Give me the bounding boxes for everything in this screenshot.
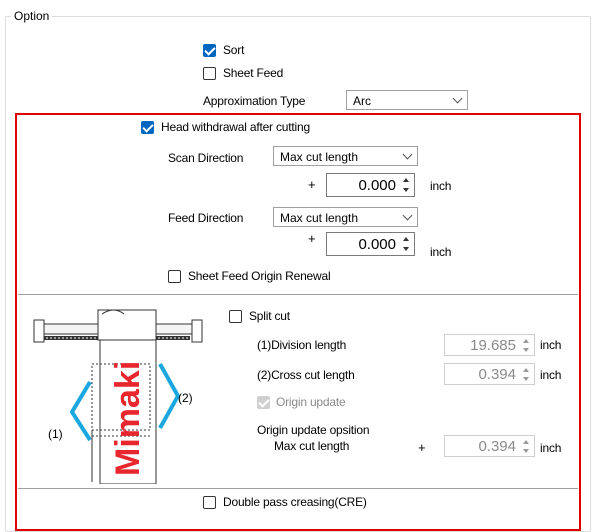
spin-down-icon[interactable] — [399, 185, 413, 195]
chevron-down-icon — [402, 210, 413, 221]
sheet-feed-label: Sheet Feed — [223, 66, 284, 80]
cross-cut-length-spinner[interactable]: 0.394 — [444, 363, 535, 385]
marker-1: (1) — [48, 427, 63, 441]
double-pass-creasing-checkbox[interactable] — [203, 496, 216, 509]
spin-down-icon[interactable] — [399, 244, 413, 254]
origin-update-position-sign: + — [418, 440, 426, 455]
division-length-value: 19.685 — [470, 337, 516, 354]
head-withdrawal-label: Head withdrawal after cutting — [161, 120, 310, 134]
cross-cut-length-value: 0.394 — [478, 366, 516, 383]
origin-update-position-value: 0.394 — [478, 438, 516, 455]
mimaki-logo: Mimaki — [109, 361, 147, 476]
cross-cut-length-unit: inch — [540, 368, 562, 382]
feed-direction-sign: + — [308, 231, 316, 246]
approximation-type-label: Approximation Type — [203, 94, 306, 108]
origin-update-position-unit: inch — [540, 441, 562, 455]
feed-direction-select[interactable]: Max cut length — [273, 207, 418, 227]
sort-label: Sort — [223, 43, 245, 57]
spin-down-icon[interactable] — [519, 446, 533, 455]
spin-up-icon[interactable] — [519, 336, 533, 345]
scan-direction-label: Scan Direction — [168, 151, 244, 165]
feed-direction-offset-value: 0.000 — [358, 236, 396, 253]
origin-update-position-label: Origin update opsition — [257, 423, 370, 437]
origin-update-label: Origin update — [276, 395, 346, 409]
division-length-unit: inch — [540, 338, 562, 352]
double-pass-creasing-label: Double pass creasing(CRE) — [223, 495, 367, 509]
head-withdrawal-checkbox[interactable] — [141, 121, 154, 134]
split-cut-label: Split cut — [249, 309, 290, 323]
split-cut-checkbox[interactable] — [229, 310, 242, 323]
marker-2: (2) — [178, 391, 193, 405]
split-cut-illustration: Mimaki (1) (2) — [32, 300, 210, 484]
cross-cut-length-label: (2)Cross cut length — [257, 368, 355, 382]
spin-up-icon[interactable] — [519, 437, 533, 446]
sort-checkbox[interactable] — [203, 44, 216, 57]
division-length-label: (1)Division length — [257, 338, 347, 352]
chevron-down-icon — [452, 93, 463, 104]
sheet-feed-checkbox[interactable] — [203, 67, 216, 80]
approximation-type-select[interactable]: Arc — [346, 90, 468, 110]
sheet-feed-origin-renewal-checkbox[interactable] — [168, 270, 181, 283]
option-group-title: Option — [11, 9, 53, 23]
chevron-down-icon — [402, 149, 413, 160]
spin-up-icon[interactable] — [399, 175, 413, 185]
section-divider — [18, 488, 578, 489]
spin-down-icon[interactable] — [519, 374, 533, 383]
feed-direction-label: Feed Direction — [168, 211, 244, 225]
scan-direction-mode: Max cut length — [280, 150, 359, 164]
origin-update-position-mode: Max cut length — [274, 439, 350, 453]
division-length-spinner[interactable]: 19.685 — [444, 334, 535, 356]
spin-down-icon[interactable] — [519, 345, 533, 354]
section-divider — [18, 294, 578, 295]
scan-direction-select[interactable]: Max cut length — [273, 146, 418, 166]
scan-direction-offset-value: 0.000 — [358, 177, 396, 194]
scan-direction-unit: inch — [430, 179, 452, 193]
feed-direction-offset-spinner[interactable]: 0.000 — [326, 232, 415, 256]
origin-update-checkbox[interactable] — [257, 396, 270, 409]
approximation-type-value: Arc — [353, 94, 371, 108]
scan-direction-sign: + — [308, 177, 316, 192]
spin-up-icon[interactable] — [399, 234, 413, 244]
sheet-feed-origin-renewal-label: Sheet Feed Origin Renewal — [188, 269, 331, 283]
spin-up-icon[interactable] — [519, 365, 533, 374]
feed-direction-mode: Max cut length — [280, 211, 359, 225]
scan-direction-offset-spinner[interactable]: 0.000 — [326, 173, 415, 197]
origin-update-position-spinner[interactable]: 0.394 — [444, 435, 535, 457]
feed-direction-unit: inch — [430, 245, 452, 259]
